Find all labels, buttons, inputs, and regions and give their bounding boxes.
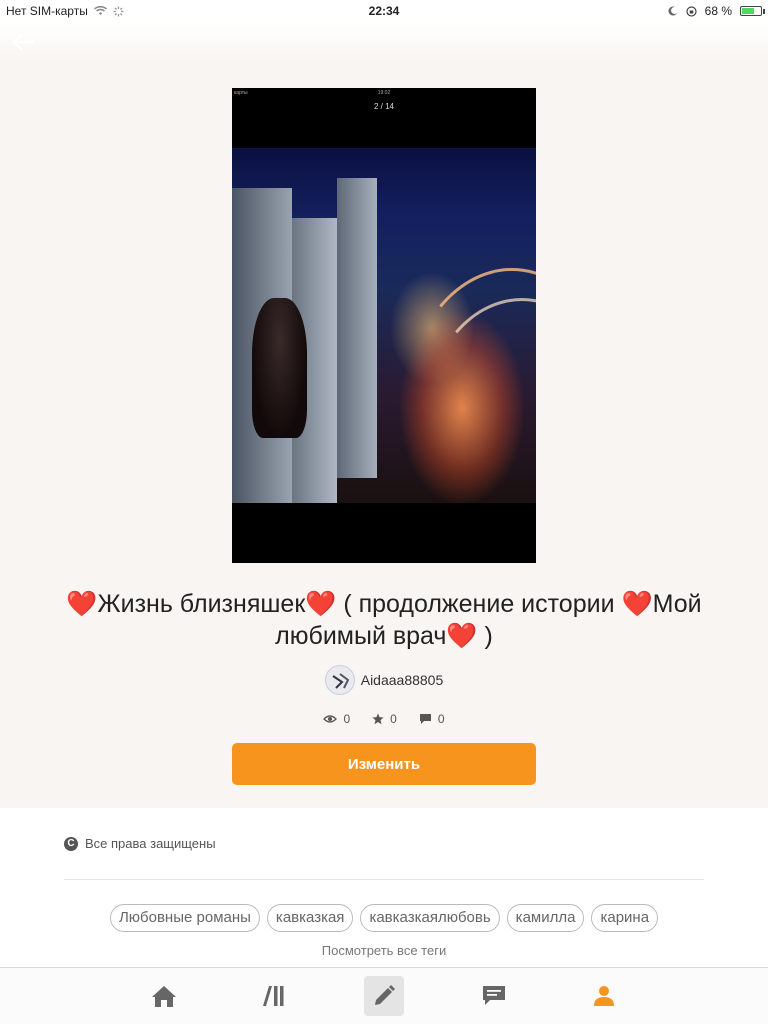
cover-inner-status: карты 19:02 [232, 90, 536, 98]
story-title: ❤️Жизнь близняшек❤️ ( продолжение истори… [66, 590, 702, 650]
star-icon [372, 713, 384, 725]
cover-inner-time: 19:02 [377, 90, 391, 96]
tag-list: Любовные романы кавказкая кавказкаялюбов… [0, 904, 768, 932]
back-arrow-icon [12, 33, 34, 51]
battery-fill [742, 8, 754, 14]
building-shape [337, 178, 377, 478]
back-button[interactable] [8, 26, 40, 58]
tag-chip[interactable]: кавказкаялюбовь [360, 904, 500, 932]
battery-icon [740, 6, 765, 16]
avatar[interactable] [324, 665, 355, 695]
home-icon [152, 986, 176, 1007]
status-time: 22:34 [368, 4, 400, 18]
copyright-notice: C Все права защищены [64, 836, 216, 851]
profile-icon [594, 986, 614, 1006]
story-stats: 0 0 0 [0, 710, 768, 728]
tag-chip[interactable]: Любовные романы [109, 904, 260, 932]
tag-chip[interactable]: карина [591, 904, 659, 932]
orientation-lock-icon [686, 5, 697, 17]
divider [64, 879, 704, 880]
messages-icon [483, 986, 505, 1005]
story-cover-image: карты 19:02 2 / 14 [232, 88, 536, 563]
story-details-section: C Все права защищены Любовные романы кав… [0, 808, 768, 968]
moon-icon [668, 6, 677, 16]
views-count: 0 [343, 712, 351, 726]
library-icon [263, 986, 284, 1006]
author-name[interactable]: Aidaaa88805 [361, 672, 444, 688]
votes-stat: 0 [372, 712, 397, 726]
tab-library[interactable] [254, 976, 294, 1016]
status-bar: Нет SIM-карты 22:34 68 % [0, 0, 768, 22]
people-silhouette [252, 298, 307, 438]
author-row[interactable]: Aidaaa88805 [0, 665, 768, 695]
city-night-photo [232, 148, 536, 503]
eye-icon [323, 715, 338, 723]
view-all-tags-link[interactable]: Посмотреть все теги [0, 943, 768, 958]
comment-icon [419, 714, 431, 724]
views-stat: 0 [323, 712, 350, 726]
copyright-icon: C [64, 836, 78, 851]
battery-percent: 68 % [704, 4, 732, 18]
tab-home[interactable] [144, 976, 184, 1016]
tab-profile[interactable] [584, 976, 624, 1016]
nav-bar [0, 22, 768, 62]
avatar-image-icon [332, 673, 350, 689]
tab-messages[interactable] [474, 976, 514, 1016]
cover-inner-carrier: карты [234, 90, 248, 96]
tag-chip[interactable]: кавказкая [266, 904, 354, 932]
comments-count: 0 [437, 712, 445, 726]
write-icon [375, 985, 395, 1005]
copyright-label: Все права защищены [85, 836, 216, 851]
status-right: 68 % [668, 4, 765, 18]
cover-page-indicator: 2 / 14 [373, 102, 394, 111]
votes-count: 0 [390, 712, 397, 726]
tab-write[interactable] [364, 976, 404, 1016]
tag-chip[interactable]: камилла [506, 904, 585, 932]
edit-button[interactable]: Изменить [232, 743, 536, 785]
bottom-tab-bar [0, 967, 768, 1024]
comments-stat: 0 [419, 712, 445, 726]
